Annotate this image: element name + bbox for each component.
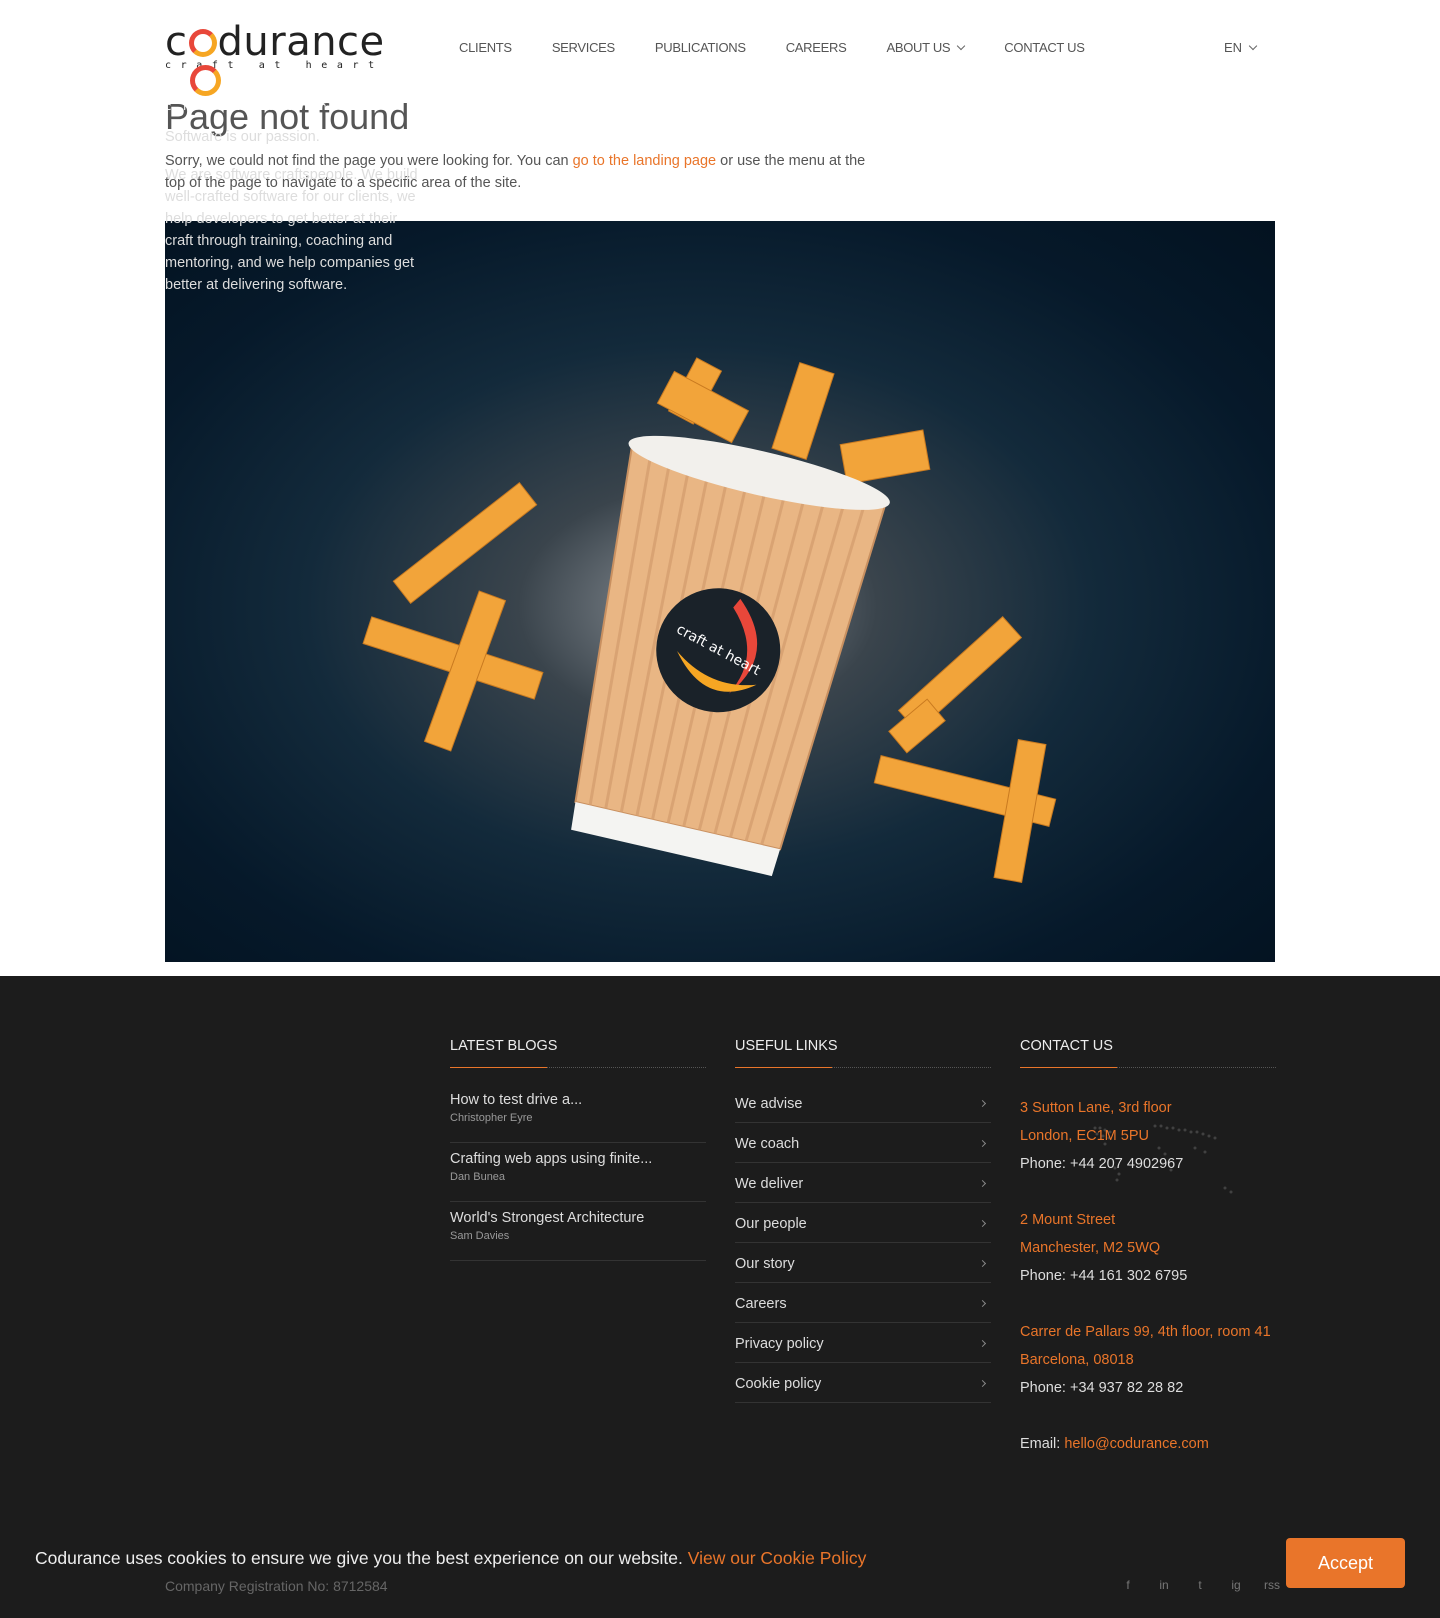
hero-image: craft at heart [165,221,1275,962]
link-label: Careers [735,1295,787,1312]
link-privacy-policy[interactable]: Privacy policy [735,1323,991,1363]
blog-author: Dan Bunea [450,1171,506,1183]
email-link[interactable]: hello@codurance.com [1064,1436,1209,1452]
footer-logo-wordmark: c durance [165,54,403,105]
link-careers[interactable]: Careers [735,1283,991,1323]
london-address-line2[interactable]: London, EC1M 5PU [1020,1122,1280,1150]
nav-services[interactable]: SERVICES [552,40,615,55]
chevron-right-icon [978,1179,987,1188]
contact-details: 3 Sutton Lane, 3rd floor London, EC1M 5P… [1020,1094,1280,1458]
chevron-right-icon [978,1339,987,1348]
chevron-right-icon [978,1259,987,1268]
blog-item[interactable]: Crafting web apps using finite... Dan Bu… [450,1143,706,1202]
brick [839,429,931,485]
email-label: Email: [1020,1436,1065,1452]
useful-links-list: We advise We coach We deliver Our people… [735,1083,991,1403]
chevron-right-icon [978,1099,987,1108]
email-row: Email: hello@codurance.com [1020,1430,1280,1458]
nav-careers[interactable]: CAREERS [786,40,847,55]
barcelona-phone: Phone: +34 937 82 28 82 [1020,1380,1184,1396]
brick [392,482,538,604]
cookie-text: Codurance uses cookies to ensure we give… [35,1548,866,1569]
chevron-down-icon [1248,41,1258,50]
blog-author: Sam Davies [450,1230,510,1242]
coffee-cup-illustration: craft at heart [362,357,1057,883]
latest-blogs-heading: LATEST BLOGS [450,1038,706,1068]
footer-logo-tagline: craft at heart [165,100,407,113]
blog-title[interactable]: World's Strongest Architecture [450,1210,706,1226]
nav-about-us[interactable]: ABOUT US [886,40,966,55]
accept-cookies-button[interactable]: Accept [1286,1538,1405,1588]
barcelona-address-line1[interactable]: Carrer de Pallars 99, 4th floor, room 41 [1020,1318,1280,1346]
link-label: Our people [735,1215,807,1232]
barcelona-address-line2[interactable]: Barcelona, 08018 [1020,1346,1280,1374]
manchester-phone: Phone: +44 161 302 6795 [1020,1268,1188,1284]
contact-us-heading: CONTACT US [1020,1038,1276,1068]
useful-links-heading: USEFUL LINKS [735,1038,991,1068]
footer-tagline: Software is our passion. [165,129,320,145]
footer-logo[interactable]: c durance craft at heart [165,54,425,114]
link-label: Our story [735,1255,795,1272]
link-our-story[interactable]: Our story [735,1243,991,1283]
link-label: Cookie policy [735,1375,822,1392]
blog-item[interactable]: How to test drive a... Christopher Eyre [450,1084,706,1143]
blog-title[interactable]: How to test drive a... [450,1092,706,1108]
chevron-down-icon [957,41,966,50]
blog-title[interactable]: Crafting web apps using finite... [450,1151,706,1167]
latest-blogs-list: How to test drive a... Christopher Eyre … [450,1084,706,1261]
footer-about: We are software craftspeople. We build w… [165,167,418,293]
chevron-right-icon [978,1299,987,1308]
link-cookie-policy[interactable]: Cookie policy [735,1363,991,1403]
link-label: Privacy policy [735,1335,824,1352]
blog-item[interactable]: World's Strongest Architecture Sam Davie… [450,1202,706,1261]
cookie-message: Codurance uses cookies to ensure we give… [35,1548,688,1568]
chevron-right-icon [978,1379,987,1388]
link-our-people[interactable]: Our people [735,1203,991,1243]
link-label: We coach [735,1135,800,1152]
chevron-right-icon [978,1139,987,1148]
language-selector[interactable]: EN [1224,40,1258,55]
nav-publications[interactable]: PUBLICATIONS [655,40,746,55]
link-label: We advise [735,1095,803,1112]
link-we-deliver[interactable]: We deliver [735,1163,991,1203]
logo-ring-icon [188,29,217,57]
main-nav: CLIENTS SERVICES PUBLICATIONS CAREERS AB… [459,40,1125,55]
language-label: EN [1224,40,1243,55]
blog-author: Christopher Eyre [450,1112,533,1124]
chevron-right-icon [978,1219,987,1228]
london-address-line1[interactable]: 3 Sutton Lane, 3rd floor [1020,1094,1280,1122]
brick [771,362,835,460]
link-we-advise[interactable]: We advise [735,1083,991,1123]
london-phone: Phone: +44 207 4902967 [1020,1156,1184,1172]
link-label: We deliver [735,1175,804,1192]
cookie-policy-link[interactable]: View our Cookie Policy [688,1548,867,1568]
nav-contact-us[interactable]: CONTACT US [1004,40,1085,55]
link-we-coach[interactable]: We coach [735,1123,991,1163]
landing-page-link[interactable]: go to the landing page [573,153,717,169]
logo-ring-icon [190,65,222,96]
manchester-address-line2[interactable]: Manchester, M2 5WQ [1020,1234,1280,1262]
nav-clients[interactable]: CLIENTS [459,40,512,55]
manchester-address-line1[interactable]: 2 Mount Street [1020,1206,1280,1234]
nav-about-us-label: ABOUT US [886,40,951,55]
